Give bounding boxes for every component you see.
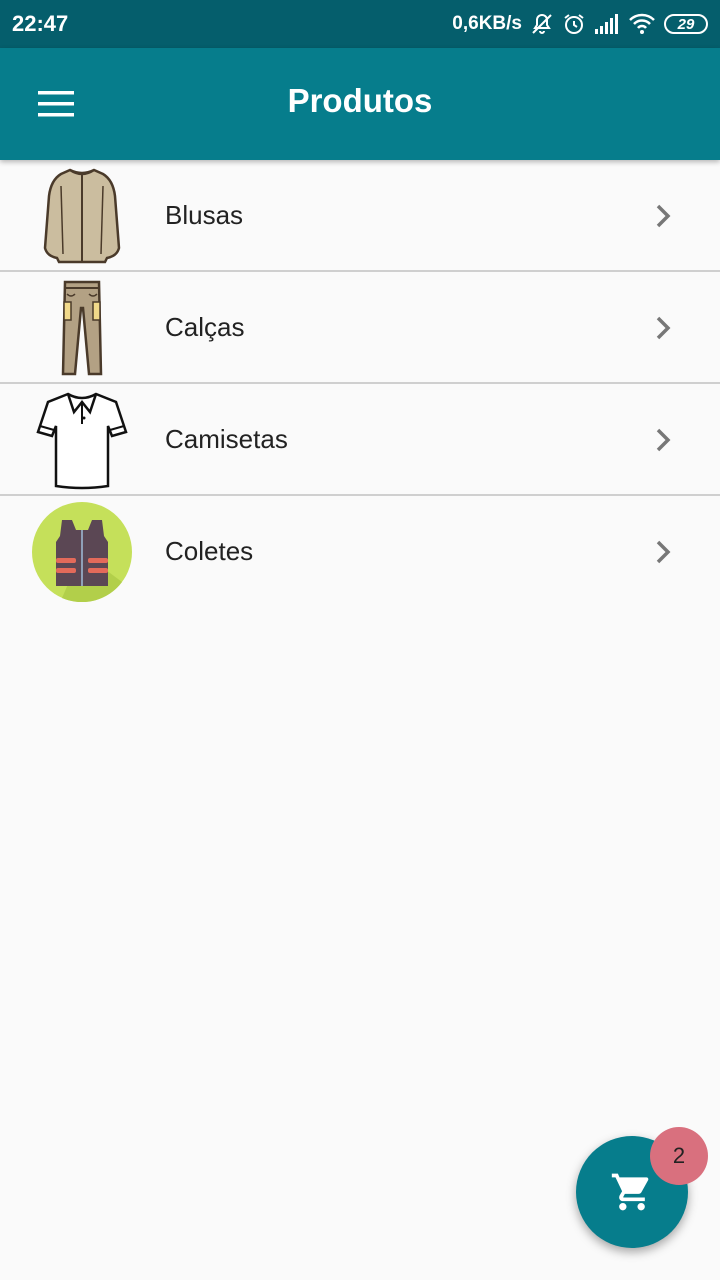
vest-icon (30, 500, 134, 604)
list-item-blusas[interactable]: Blusas (0, 160, 720, 272)
list-item-coletes[interactable]: Coletes (0, 496, 720, 608)
cart-count-badge: 2 (650, 1127, 708, 1185)
status-time: 22:47 (12, 11, 69, 36)
status-indicators: 0,6KB/s 29 (452, 12, 708, 36)
pants-icon (30, 276, 134, 380)
network-speed: 0,6KB/s (452, 13, 522, 34)
list-item-label: Blusas (165, 200, 244, 230)
list-item-label: Calças (165, 312, 245, 342)
chevron-right-icon (656, 316, 671, 340)
app-bar: Produtos (0, 48, 720, 160)
alarm-icon (562, 12, 586, 36)
list-item-calcas[interactable]: Calças (0, 272, 720, 384)
chevron-right-icon (656, 428, 671, 452)
shopping-cart-icon (611, 1173, 649, 1211)
battery-icon: 29 (664, 14, 708, 34)
page-title: Produtos (287, 82, 433, 119)
jacket-icon (30, 164, 134, 268)
status-bar: 22:47 0,6KB/s 29 (0, 0, 720, 48)
list-item-label: Coletes (165, 536, 254, 566)
wifi-icon (628, 13, 656, 35)
list-item-label: Camisetas (165, 424, 288, 454)
signal-icon (594, 13, 620, 35)
polo-shirt-icon (30, 388, 134, 492)
list-item-camisetas[interactable]: Camisetas (0, 384, 720, 496)
category-list: Blusas Calças Camisetas Coletes (0, 160, 720, 608)
chevron-right-icon (656, 204, 671, 228)
notifications-off-icon (530, 12, 554, 36)
chevron-right-icon (656, 540, 671, 564)
